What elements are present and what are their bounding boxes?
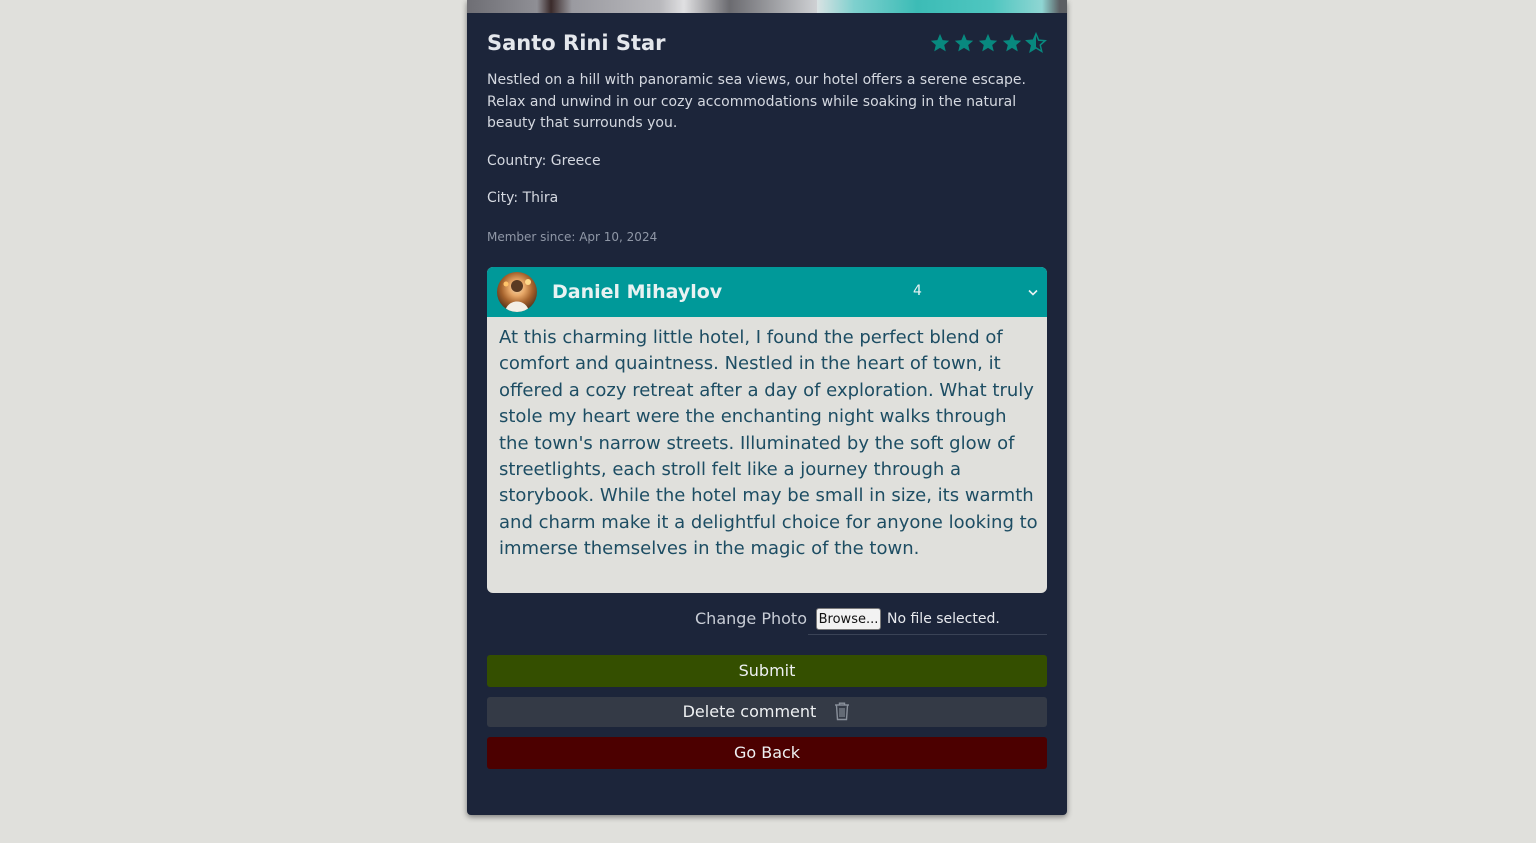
hotel-city: City: Thira	[487, 190, 559, 206]
submit-button[interactable]: Submit	[487, 655, 1047, 687]
star-icon	[1002, 33, 1022, 52]
avatar	[497, 272, 537, 312]
member-since: Member since: Apr 10, 2024	[487, 230, 658, 244]
chevron-down-icon[interactable]	[1026, 285, 1040, 299]
trash-icon	[835, 702, 850, 720]
star-icon	[930, 33, 950, 52]
star-half-icon	[1025, 32, 1047, 53]
go-back-button[interactable]: Go Back	[487, 737, 1047, 769]
review-header[interactable]: Daniel Mihaylov 4	[487, 267, 1047, 317]
photo-file-input[interactable]: Browse... No file selected.	[808, 605, 1047, 635]
browse-button[interactable]: Browse...	[816, 608, 881, 630]
hotel-name: Santo Rini Star	[487, 31, 666, 55]
submit-label: Submit	[738, 661, 796, 680]
delete-label: Delete comment	[682, 702, 817, 721]
star-icon	[954, 33, 974, 52]
change-photo-label: Change Photo	[695, 609, 807, 628]
hotel-photo	[467, 0, 1067, 13]
file-status: No file selected.	[887, 611, 1000, 627]
star-rating	[929, 32, 1047, 60]
review-author: Daniel Mihaylov	[552, 281, 723, 303]
review-rating: 4	[913, 283, 922, 299]
review-text[interactable]: At this charming little hotel, I found t…	[499, 325, 1039, 563]
star-icon	[978, 33, 998, 52]
hotel-card: Santo Rini Star Nestled on a hill with p…	[467, 0, 1067, 815]
review-card: Daniel Mihaylov 4 At this charming littl…	[487, 267, 1047, 593]
hotel-description: Nestled on a hill with panoramic sea vie…	[487, 72, 1026, 131]
go-back-label: Go Back	[733, 743, 801, 762]
hotel-country: Country: Greece	[487, 153, 601, 169]
delete-comment-button[interactable]: Delete comment	[487, 697, 1047, 727]
